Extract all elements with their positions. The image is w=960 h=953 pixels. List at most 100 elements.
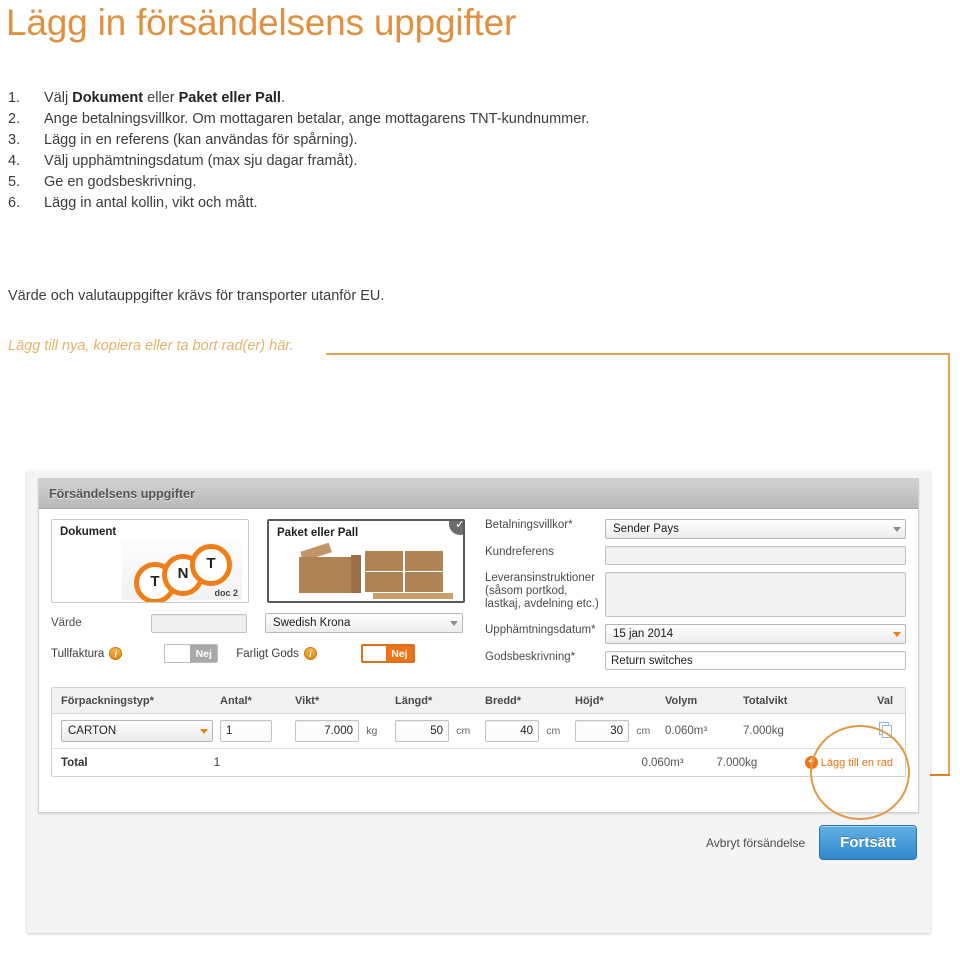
step-number: 6.	[8, 195, 21, 211]
total-quantity: 1	[213, 756, 221, 769]
length-input[interactable]: 50	[395, 720, 449, 742]
card-document-title: Dokument	[60, 526, 117, 538]
footer-actions: Avbryt försändelse Fortsätt	[706, 825, 917, 860]
width-unit: cm	[546, 725, 561, 737]
step-text: Lägg in antal kollin, vikt och mått.	[44, 195, 258, 211]
goods-description-input[interactable]: Return switches	[605, 651, 906, 670]
step-text: Ge en godsbeskrivning.	[44, 174, 197, 190]
total-label: Total	[61, 756, 88, 769]
delivery-instructions-textarea[interactable]	[605, 572, 906, 617]
check-icon: ✓	[447, 521, 463, 537]
weight-input[interactable]: 7.000	[295, 720, 359, 742]
th-quantity: Antal*	[220, 694, 252, 707]
toggle-knob-dangerous	[362, 646, 386, 661]
customs-invoice-label: Tullfaktura	[51, 647, 105, 660]
field-delivery-instructions: Leveransinstruktioner (såsom portkod, la…	[485, 572, 906, 617]
currency-select[interactable]: Swedish Krona	[265, 613, 463, 633]
panel-body: Dokument T N T doc 2 ✓ Paket eller Pall	[39, 509, 918, 777]
chevron-down-icon	[893, 631, 901, 637]
height-unit: cm	[636, 725, 651, 737]
pickup-date-label: Upphämtningsdatum*	[485, 624, 596, 636]
customs-invoice-toggle[interactable]: Nej	[164, 644, 219, 663]
step-text: Lägg in en referens (kan användas för sp…	[44, 132, 358, 148]
currency-select-value: Swedish Krona	[273, 617, 351, 629]
info-icon[interactable]: i	[109, 647, 123, 660]
dangerous-goods-state: Nej	[385, 646, 413, 661]
step-number: 1.	[8, 90, 21, 106]
shipment-type-section: Dokument T N T doc 2 ✓ Paket eller Pall	[51, 519, 471, 677]
th-length: Längd*	[395, 694, 433, 707]
th-width: Bredd*	[485, 694, 522, 707]
th-height: Höjd*	[575, 694, 604, 707]
delivery-instructions-label: Leveransinstruktioner (såsom portkod, la…	[485, 572, 599, 610]
tnt-logo-icon: T N T doc 2	[122, 538, 242, 602]
package-type-select[interactable]: CARTON	[61, 720, 213, 742]
list-item: 4. Välj upphämtningsdatum (max sju dagar…	[8, 151, 648, 172]
payment-terms-select[interactable]: Sender Pays	[605, 519, 906, 539]
chevron-down-icon	[450, 620, 458, 626]
card-document[interactable]: Dokument T N T doc 2	[51, 519, 249, 603]
shipment-form: Betalningsvillkor* Sender Pays Kundrefer…	[471, 519, 906, 677]
table-total-row: Total 1 0.060m³ 7.000kg + Lägg till en r…	[52, 749, 905, 776]
customer-reference-input[interactable]	[605, 546, 906, 565]
add-row-label: Lägg till en rad	[820, 756, 893, 769]
pickup-date-value: 15 jan 2014	[613, 628, 674, 640]
card-parcel-or-pallet[interactable]: ✓ Paket eller Pall	[267, 519, 465, 603]
value-input[interactable]	[151, 613, 247, 633]
step-number: 3.	[8, 132, 21, 148]
step-text: Ange betalningsvillkor. Om mottagaren be…	[44, 111, 590, 127]
th-weight: Vikt*	[295, 694, 320, 707]
annotation-connector-horizontal	[326, 353, 950, 355]
th-volume: Volym	[665, 694, 698, 707]
quantity-input[interactable]: 1	[220, 720, 272, 742]
app-screenshot: Försändelsens uppgifter Dokument T N T d…	[27, 471, 930, 933]
list-item: 1. Välj Dokument eller Paket eller Pall.	[8, 88, 648, 109]
annotation-label: Lägg till nya, kopiera eller ta bort rad…	[8, 338, 294, 354]
dangerous-goods-toggle[interactable]: Nej	[360, 644, 415, 663]
table-header-row: Förpackningstyp* Antal* Vikt* Längd* Bre…	[52, 688, 905, 714]
height-input[interactable]: 30	[575, 720, 629, 742]
goods-description-label: Godsbeskrivning*	[485, 651, 576, 663]
panel-header: Försändelsens uppgifter	[39, 479, 918, 509]
length-unit: cm	[456, 725, 471, 737]
field-pickup-date: Upphämtningsdatum* 15 jan 2014	[485, 624, 906, 644]
row-total-weight: 7.000kg	[743, 725, 784, 737]
list-item: 3. Lägg in en referens (kan användas för…	[8, 130, 648, 151]
total-volume: 0.060m³	[641, 756, 684, 769]
package-type-value: CARTON	[68, 725, 117, 737]
step-number: 5.	[8, 174, 21, 190]
step-number: 4.	[8, 153, 21, 169]
toggle-knob	[165, 645, 191, 662]
pickup-date-select[interactable]: 15 jan 2014	[605, 624, 906, 644]
step-text: Välj Dokument eller Paket eller Pall.	[44, 90, 285, 106]
total-weight: 7.000kg	[716, 756, 758, 769]
th-total-weight: Totalvikt	[743, 694, 788, 707]
value-field-row: Värde Swedish Krona	[51, 613, 471, 633]
dangerous-goods-label: Farligt Gods	[236, 647, 299, 660]
plus-icon: +	[804, 756, 818, 769]
value-label: Värde	[51, 617, 82, 629]
copy-row-icon[interactable]	[879, 721, 893, 741]
add-row-button[interactable]: + Lägg till en rad	[804, 756, 893, 769]
continue-button[interactable]: Fortsätt	[819, 825, 917, 860]
eu-note: Värde och valutauppgifter krävs för tran…	[8, 288, 385, 304]
field-customer-reference: Kundreferens	[485, 546, 906, 565]
th-options: Val	[877, 694, 893, 707]
card-parcel-title: Paket eller Pall	[277, 527, 359, 539]
list-item: 5. Ge en godsbeskrivning.	[8, 172, 648, 193]
info-icon-dangerous[interactable]: i	[303, 647, 317, 660]
chevron-down-icon	[200, 728, 208, 734]
width-input[interactable]: 40	[485, 720, 539, 742]
panel-header-title: Försändelsens uppgifter	[49, 486, 195, 501]
list-item: 6. Lägg in antal kollin, vikt och mått.	[8, 193, 648, 214]
row-volume: 0.060m³	[665, 725, 708, 737]
chevron-down-icon	[893, 526, 901, 532]
annotation-connector-vertical	[948, 353, 950, 775]
table-row: CARTON 1 7.000 kg 50 cm 40 cm 30 cm 0.06…	[52, 714, 905, 749]
doc-count-label: doc 2	[214, 588, 238, 598]
payment-terms-value: Sender Pays	[613, 523, 679, 535]
tnt-letter-t2: T	[190, 544, 232, 586]
step-text: Välj upphämtningsdatum (max sju dagar fr…	[44, 153, 358, 169]
th-package-type: Förpackningstyp*	[61, 694, 154, 707]
cancel-shipment-link[interactable]: Avbryt försändelse	[706, 836, 805, 850]
